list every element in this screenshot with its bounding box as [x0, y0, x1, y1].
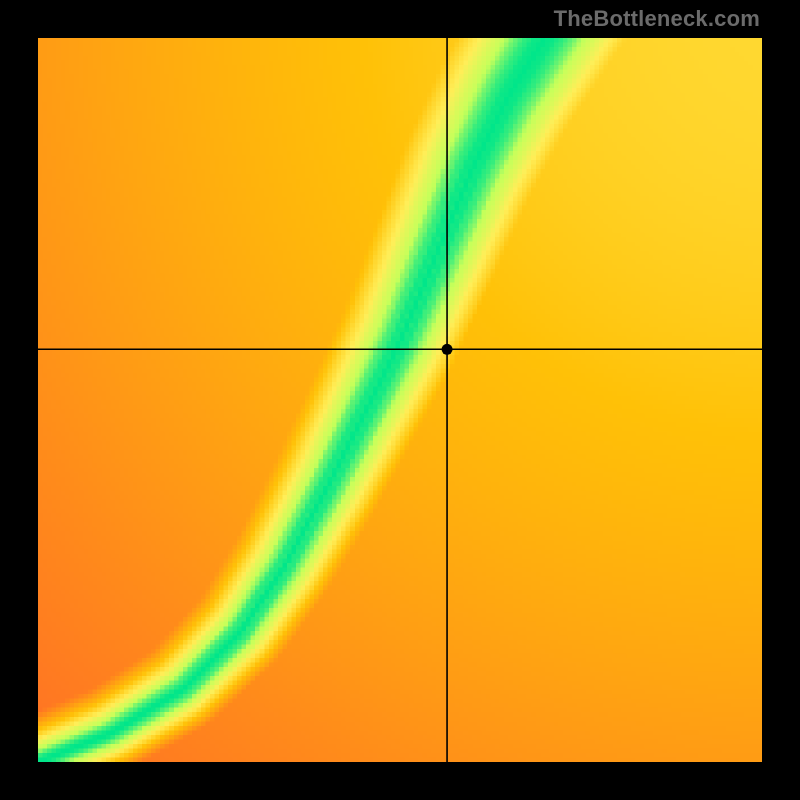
overlay-canvas: [38, 38, 762, 762]
plot-area: [38, 38, 762, 762]
chart-frame: TheBottleneck.com: [0, 0, 800, 800]
watermark-text: TheBottleneck.com: [554, 6, 760, 32]
